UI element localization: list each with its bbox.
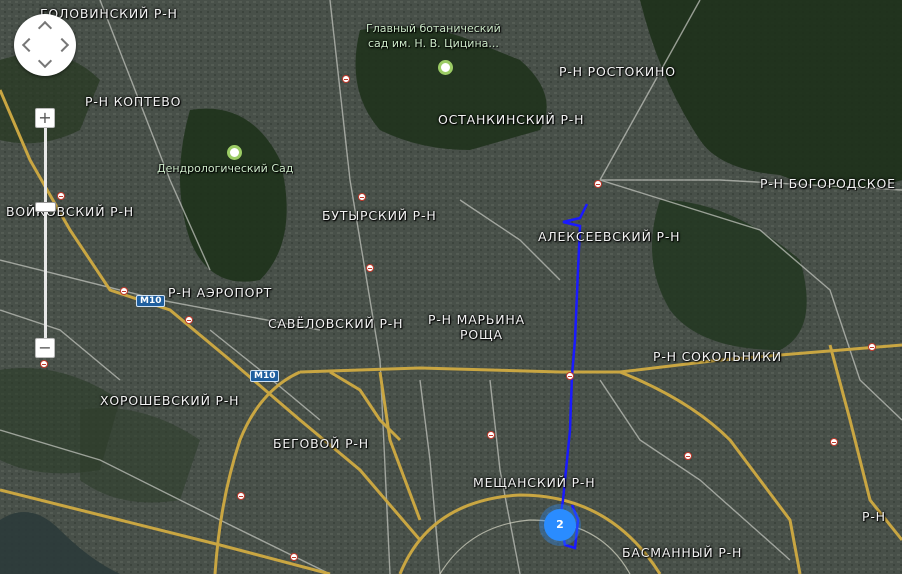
- district-label: МЕЩАНСКИЙ Р-Н: [473, 475, 596, 490]
- metro-icon[interactable]: [342, 75, 350, 83]
- metro-icon[interactable]: [40, 360, 48, 368]
- metro-icon[interactable]: [290, 553, 298, 561]
- district-label: АЛЕКСЕЕВСКИЙ Р-Н: [538, 229, 681, 244]
- metro-icon[interactable]: [868, 343, 876, 351]
- district-label: Р-Н АЭРОПОРТ: [168, 285, 273, 300]
- botanic-garden-label-line1[interactable]: Главный ботанический: [366, 22, 501, 35]
- botanic-garden-poi-marker[interactable]: [438, 60, 453, 75]
- zoom-out-button[interactable]: −: [35, 338, 55, 358]
- district-label: ВОЙКОВСКИЙ Р-Н: [6, 204, 134, 219]
- district-label: ОСТАНКИНСКИЙ Р-Н: [438, 112, 585, 127]
- road-shield-m10: M10: [136, 295, 166, 307]
- metro-icon[interactable]: [566, 372, 574, 380]
- metro-icon[interactable]: [57, 192, 65, 200]
- metro-icon[interactable]: [594, 180, 602, 188]
- district-label: БАСМАННЫЙ Р-Н: [622, 545, 743, 560]
- metro-icon[interactable]: [237, 492, 245, 500]
- map-view[interactable]: M10 M10 Главный ботанический сад им. Н. …: [0, 0, 902, 574]
- pan-control[interactable]: [14, 14, 76, 76]
- district-label: САВЁЛОВСКИЙ Р-Н: [268, 316, 404, 331]
- route-point-cluster-marker[interactable]: 2: [544, 509, 576, 541]
- district-label: РОЩА: [460, 327, 503, 342]
- pan-down-icon[interactable]: [37, 53, 53, 69]
- district-label: ХОРОШЕВСКИЙ Р-Н: [100, 393, 240, 408]
- metro-icon[interactable]: [185, 316, 193, 324]
- metro-icon[interactable]: [358, 193, 366, 201]
- district-label: Р-Н РОСТОКИНО: [559, 64, 676, 79]
- pan-right-icon[interactable]: [54, 37, 70, 53]
- district-label: Р-Н: [862, 509, 886, 524]
- district-label: Р-Н СОКОЛЬНИКИ: [653, 349, 782, 364]
- district-label: БУТЫРСКИЙ Р-Н: [322, 208, 437, 223]
- zoom-slider-handle[interactable]: [35, 202, 56, 212]
- district-label: БЕГОВОЙ Р-Н: [273, 436, 369, 451]
- dendro-garden-label[interactable]: Дендрологический Сад: [157, 162, 293, 175]
- dendro-garden-poi-marker[interactable]: [227, 145, 242, 160]
- zoom-in-button[interactable]: +: [35, 108, 55, 128]
- metro-icon[interactable]: [366, 264, 374, 272]
- pan-up-icon[interactable]: [37, 20, 53, 36]
- satellite-imagery: [0, 0, 902, 574]
- metro-icon[interactable]: [830, 438, 838, 446]
- botanic-garden-label-line2[interactable]: сад им. Н. В. Цицина...: [368, 37, 499, 50]
- pan-left-icon[interactable]: [21, 37, 37, 53]
- metro-icon[interactable]: [120, 287, 128, 295]
- metro-icon[interactable]: [487, 431, 495, 439]
- district-label: Р-Н КОПТЕВО: [85, 94, 182, 109]
- metro-icon[interactable]: [684, 452, 692, 460]
- road-shield-m10: M10: [250, 370, 280, 382]
- zoom-slider-track[interactable]: [44, 118, 47, 350]
- district-label: Р-Н МАРЬИНА: [428, 312, 525, 327]
- district-label: Р-Н БОГОРОДСКОЕ: [760, 176, 896, 191]
